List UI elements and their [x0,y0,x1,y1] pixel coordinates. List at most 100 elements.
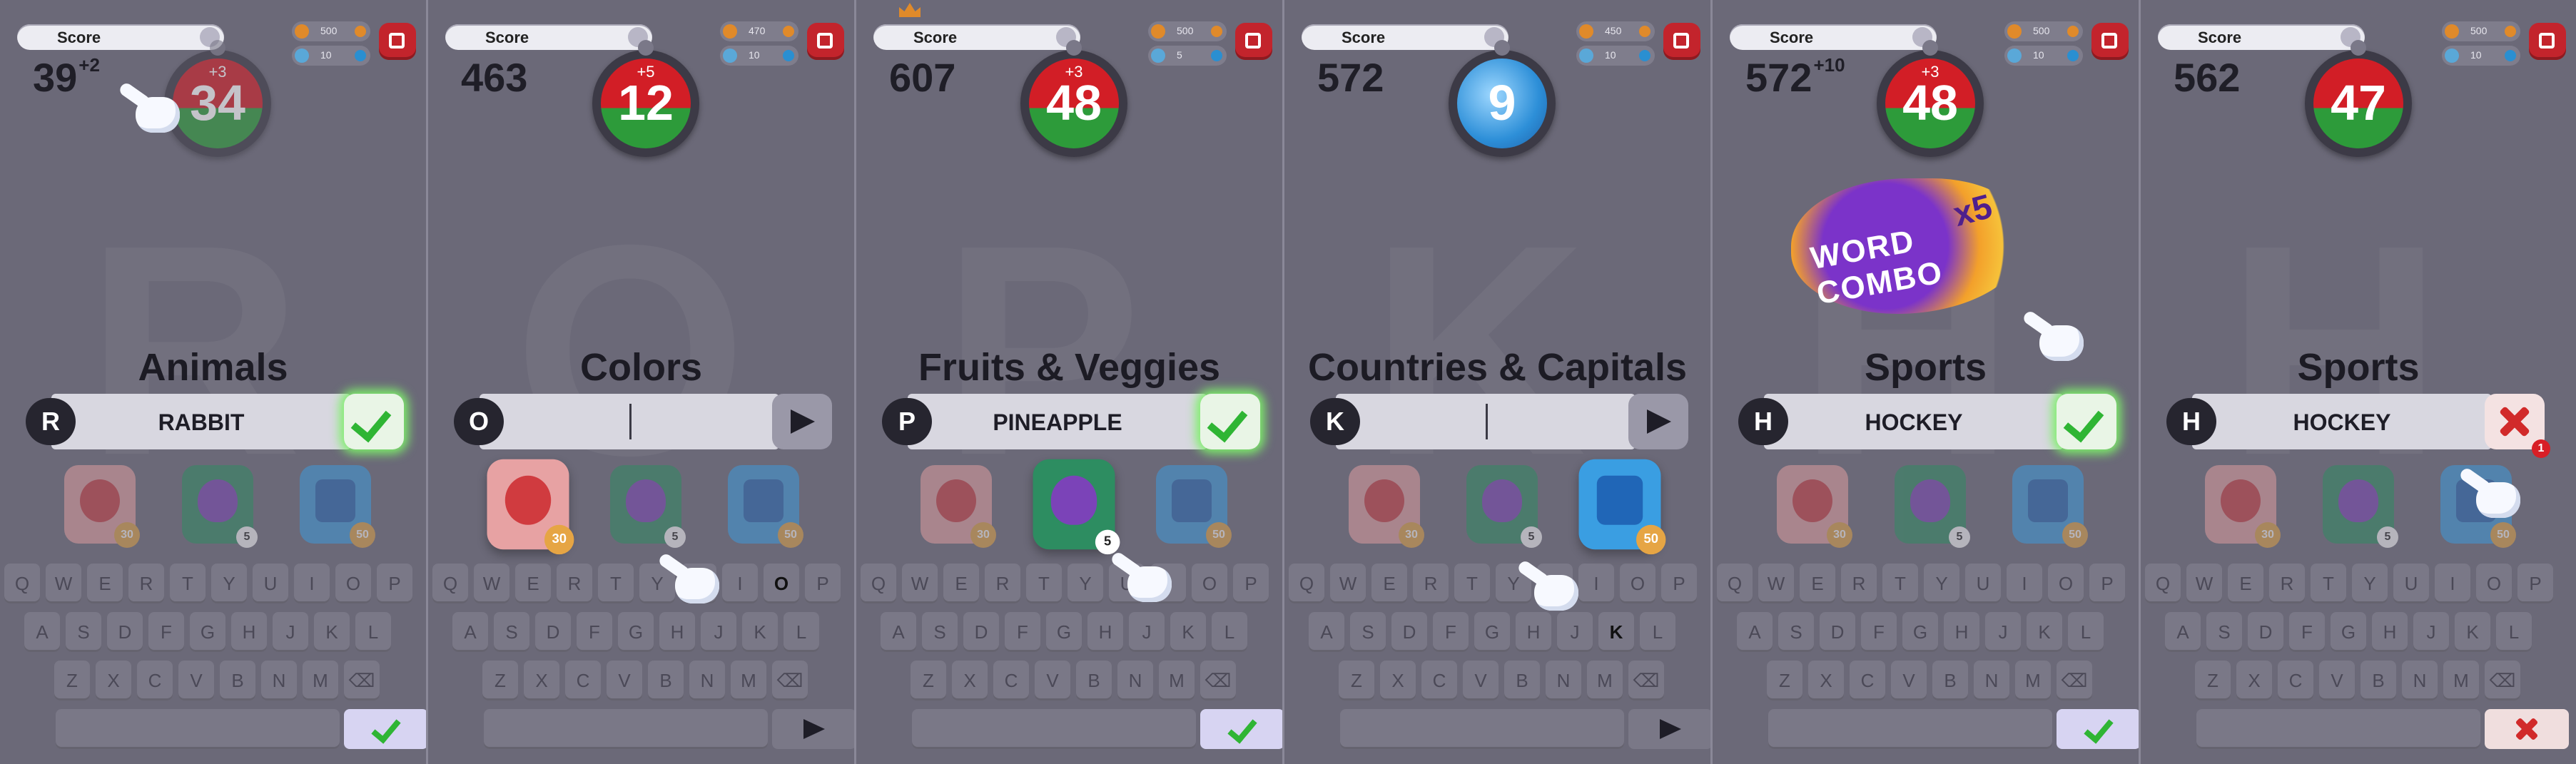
key-j[interactable]: J [2413,612,2449,652]
key-x[interactable]: X [96,661,131,701]
key-w[interactable]: W [474,564,509,603]
key-f[interactable]: F [1433,612,1469,652]
enter-key[interactable] [1200,709,1282,749]
key-n[interactable]: N [261,661,297,701]
key-p[interactable]: P [1661,564,1697,603]
key-t[interactable]: T [170,564,206,603]
add-coins-icon[interactable] [783,26,794,37]
key-g[interactable]: G [190,612,225,652]
key-k[interactable]: K [2455,612,2490,652]
freeze-powerup-button[interactable]: 50 [2012,465,2088,548]
key-l[interactable]: L [2068,612,2104,652]
key-t[interactable]: T [598,564,634,603]
key-c[interactable]: C [565,661,601,701]
key-q[interactable]: Q [1289,564,1324,603]
backspace-key[interactable]: ⌫ [1200,661,1236,701]
key-y[interactable]: Y [1068,564,1103,603]
space-key[interactable] [56,709,340,749]
key-z[interactable]: Z [54,661,90,701]
key-x[interactable]: X [952,661,988,701]
space-key[interactable] [1768,709,2052,749]
key-e[interactable]: E [1371,564,1407,603]
add-coins-icon[interactable] [2067,26,2079,37]
key-k[interactable]: K [314,612,350,652]
key-o[interactable]: O [2476,564,2512,603]
answer-input[interactable] [1336,394,1636,449]
key-f[interactable]: F [577,612,612,652]
submit-button[interactable] [1628,394,1688,449]
key-r[interactable]: R [985,564,1020,603]
key-d[interactable]: D [107,612,143,652]
key-i[interactable]: I [722,564,758,603]
key-b[interactable]: B [648,661,684,701]
key-n[interactable]: N [1546,661,1581,701]
submit-button[interactable] [344,394,404,449]
key-z[interactable]: Z [2195,661,2231,701]
key-f[interactable]: F [2289,612,2325,652]
enter-key[interactable] [772,709,854,749]
key-u[interactable]: U [253,564,288,603]
bomb-powerup-button[interactable]: 5 [2323,465,2398,548]
key-r[interactable]: R [2269,564,2305,603]
key-e[interactable]: E [2228,564,2263,603]
space-key[interactable] [484,709,768,749]
backspace-key[interactable]: ⌫ [344,661,380,701]
key-b[interactable]: B [1076,661,1112,701]
key-i[interactable]: I [2007,564,2042,603]
key-x[interactable]: X [1380,661,1416,701]
key-l[interactable]: L [2496,612,2532,652]
key-o[interactable]: O [764,564,799,603]
key-v[interactable]: V [1035,661,1070,701]
key-y[interactable]: Y [1924,564,1959,603]
answer-input[interactable]: HOCKEY [2192,394,2492,449]
key-n[interactable]: N [2402,661,2438,701]
rewind-powerup-button[interactable]: 30 [1777,465,1852,548]
menu-button[interactable] [1235,23,1272,60]
key-c[interactable]: C [137,661,173,701]
menu-button[interactable] [379,23,416,60]
rewind-powerup-button[interactable]: 30 [1349,465,1424,548]
key-q[interactable]: Q [432,564,468,603]
add-tickets-icon[interactable] [355,50,366,61]
key-r[interactable]: R [1841,564,1877,603]
key-f[interactable]: F [1861,612,1897,652]
key-k[interactable]: K [2027,612,2062,652]
key-e[interactable]: E [1800,564,1835,603]
key-v[interactable]: V [2319,661,2355,701]
key-a[interactable]: A [1309,612,1344,652]
key-a[interactable]: A [1737,612,1773,652]
key-t[interactable]: T [1026,564,1062,603]
key-i[interactable]: I [2435,564,2470,603]
key-q[interactable]: Q [1717,564,1753,603]
key-p[interactable]: P [2089,564,2125,603]
menu-button[interactable] [807,23,844,60]
key-a[interactable]: A [452,612,488,652]
add-coins-icon[interactable] [1639,26,1650,37]
key-p[interactable]: P [805,564,841,603]
key-v[interactable]: V [1891,661,1927,701]
key-f[interactable]: F [148,612,184,652]
key-c[interactable]: C [993,661,1029,701]
key-z[interactable]: Z [482,661,518,701]
key-p[interactable]: P [1233,564,1269,603]
key-h[interactable]: H [1516,612,1551,652]
add-coins-icon[interactable] [2505,26,2516,37]
key-d[interactable]: D [963,612,999,652]
key-o[interactable]: O [1192,564,1227,603]
bomb-powerup-button[interactable]: 5 [610,465,686,548]
key-h[interactable]: H [231,612,267,652]
key-m[interactable]: M [1587,661,1623,701]
key-m[interactable]: M [303,661,338,701]
add-tickets-icon[interactable] [2067,50,2079,61]
key-q[interactable]: Q [861,564,896,603]
bomb-powerup-button[interactable]: 5 [1033,459,1120,555]
submit-button[interactable] [2057,394,2116,449]
key-s[interactable]: S [922,612,958,652]
key-n[interactable]: N [1117,661,1153,701]
key-m[interactable]: M [2015,661,2051,701]
key-l[interactable]: L [1640,612,1675,652]
key-c[interactable]: C [1850,661,1885,701]
key-g[interactable]: G [618,612,654,652]
key-p[interactable]: P [2517,564,2553,603]
key-w[interactable]: W [46,564,81,603]
